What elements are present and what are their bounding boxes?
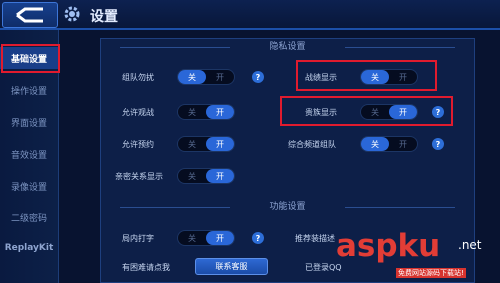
section-header-privacy: 隐私设置 (100, 38, 475, 56)
watermark-logo: aspku (336, 228, 441, 264)
row-label-record-display: 战绩显示 (305, 73, 337, 82)
toggle-on-option[interactable]: 开 (206, 169, 234, 183)
sidebar-item-replaykit[interactable]: ReplayKit (0, 237, 58, 259)
row-label-recommend-desc: 推荐装描述 (295, 234, 335, 243)
toggle-off-option[interactable]: 关 (361, 105, 389, 119)
help-icon[interactable]: ? (252, 232, 264, 244)
sidebar-item-interface[interactable]: 界面设置 (0, 111, 58, 133)
page-title: 设置 (90, 9, 118, 25)
help-icon[interactable]: ? (432, 138, 444, 150)
privacy-heading: 隐私设置 (269, 42, 306, 52)
toggle-on-option[interactable]: 开 (206, 70, 234, 84)
toggle-off-option[interactable]: 关 (178, 169, 206, 183)
section-header-function: 功能设置 (100, 198, 475, 216)
help-icon[interactable]: ? (432, 106, 444, 118)
watermark-subtitle: 免费网站源码下载站! (396, 268, 466, 278)
toggle-on-option[interactable]: 开 (389, 70, 417, 84)
sidebar-item-recording[interactable]: 录像设置 (0, 175, 58, 197)
row-label-ingame-typing: 局内打字 (122, 234, 154, 243)
row-label-team-dnd: 组队勿扰 (122, 73, 154, 82)
toggle-on-option[interactable]: 开 (206, 105, 234, 119)
row-label-allow-booking: 允许预约 (122, 140, 154, 149)
toggle-off-option[interactable]: 关 (178, 231, 206, 245)
help-icon[interactable]: ? (252, 71, 264, 83)
toggle-off-option[interactable]: 关 (178, 105, 206, 119)
sidebar-item-basic[interactable]: 基础设置 (0, 47, 58, 69)
row-label-noble-display: 贵族显示 (305, 108, 337, 117)
toggle-off-option[interactable]: 关 (361, 137, 389, 151)
back-icon (16, 7, 43, 23)
row-label-channel-team: 综合频道组队 (288, 140, 336, 149)
sidebar-item-password[interactable]: 二级密码 (0, 206, 58, 228)
channel-team-toggle[interactable]: 关 开 (360, 136, 418, 152)
ingame-typing-toggle[interactable]: 关 开 (177, 230, 235, 246)
function-heading: 功能设置 (269, 202, 306, 212)
gear-icon (64, 6, 80, 22)
sidebar-item-operation[interactable]: 操作设置 (0, 79, 58, 101)
toggle-off-option[interactable]: 关 (178, 137, 206, 151)
team-dnd-toggle[interactable]: 关 开 (177, 69, 235, 85)
row-label-intimacy-display: 亲密关系显示 (115, 172, 163, 181)
contact-support-button[interactable]: 联系客服 (195, 258, 268, 275)
toggle-off-option[interactable]: 关 (178, 70, 206, 84)
row-label-allow-spectate: 允许观战 (122, 108, 154, 117)
allow-booking-toggle[interactable]: 关 开 (177, 136, 235, 152)
allow-spectate-toggle[interactable]: 关 开 (177, 104, 235, 120)
row-label-help: 有困难请点我 (122, 263, 170, 272)
back-button[interactable] (2, 2, 58, 28)
toggle-on-option[interactable]: 开 (206, 137, 234, 151)
toggle-off-option[interactable]: 关 (361, 70, 389, 84)
watermark-suffix: .net (458, 238, 482, 252)
top-bar-divider (0, 28, 500, 30)
toggle-on-option[interactable]: 开 (206, 231, 234, 245)
toggle-on-option[interactable]: 开 (389, 137, 417, 151)
noble-display-toggle[interactable]: 关 开 (360, 104, 418, 120)
sidebar-item-sound[interactable]: 音效设置 (0, 143, 58, 165)
intimacy-display-toggle[interactable]: 关 开 (177, 168, 235, 184)
toggle-on-option[interactable]: 开 (389, 105, 417, 119)
record-display-toggle[interactable]: 关 开 (360, 69, 418, 85)
